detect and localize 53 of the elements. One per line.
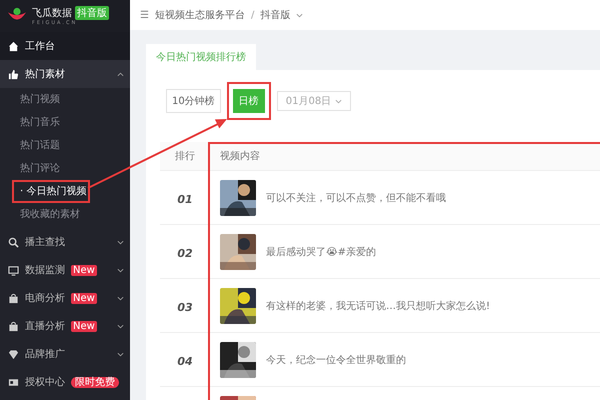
nav-item[interactable]: 热门素材 <box>0 60 130 88</box>
rank-number: 01 <box>177 193 193 206</box>
search-icon <box>8 236 19 248</box>
chevron-icon <box>117 240 124 244</box>
house-icon <box>8 40 19 52</box>
nav-item[interactable]: 播主查找 <box>0 228 130 256</box>
new-badge: New <box>71 264 97 276</box>
monitor-icon <box>8 264 19 276</box>
chevron-icon <box>117 352 124 356</box>
edition-badge: 抖音版 <box>75 6 109 20</box>
rank-number: 04 <box>177 355 193 368</box>
breadcrumb-item[interactable]: 抖音版 <box>260 8 290 22</box>
nav-item[interactable]: 授权中心 限时免费 <box>0 368 130 396</box>
nav-item[interactable]: 数据监测 New <box>0 256 130 284</box>
tab[interactable]: 今日热门视频排行榜 <box>146 44 256 70</box>
nav-subitem[interactable]: 热门音乐 <box>14 113 88 132</box>
nav-item[interactable]: 电商分析 New <box>0 284 130 312</box>
nav-subitem[interactable]: · 今日热门视频 <box>14 182 88 201</box>
bag-icon <box>8 292 19 304</box>
chevron-icon <box>117 72 124 76</box>
caret-icon <box>334 98 342 104</box>
nav-subitem[interactable]: 热门视频 <box>14 90 88 109</box>
chevron-icon <box>117 324 124 328</box>
bag-icon <box>8 320 19 332</box>
rank-number: 02 <box>177 247 193 260</box>
column-header: 视频内容 <box>219 150 261 163</box>
logo-name: 飞瓜数据 <box>32 6 72 20</box>
nav-subitem[interactable]: 热门评论 <box>14 159 88 178</box>
video-title[interactable]: 最后感动哭了😭#亲爱的 <box>266 244 376 258</box>
chevron-icon <box>117 268 124 272</box>
chevron-icon <box>117 296 124 300</box>
nav-subitem[interactable]: 我收藏的素材 <box>14 205 88 224</box>
nav-item[interactable]: 直播分析 New <box>0 312 130 340</box>
new-badge: New <box>71 292 97 304</box>
ranking-option[interactable]: 日榜 <box>232 89 265 113</box>
nav-subitem[interactable]: 热门话题 <box>14 136 88 155</box>
rank-number: 03 <box>177 301 193 314</box>
nav-item[interactable]: 工作台 <box>0 32 130 60</box>
card-icon <box>8 376 19 388</box>
diamond-icon <box>8 348 19 360</box>
ranking-option[interactable]: 10分钟榜 <box>166 89 221 113</box>
caret-icon <box>296 12 304 18</box>
video-title[interactable]: 今天，纪念一位令全世界敬重的 <box>266 352 406 366</box>
column-header: 排行 <box>174 150 196 163</box>
breadcrumb-separator: / <box>250 10 254 20</box>
breadcrumb-item[interactable]: 短视频生态服务平台 <box>154 8 245 22</box>
new-badge: 限时免费 <box>71 376 119 388</box>
nav-item[interactable]: 品牌推广 <box>0 340 130 368</box>
thumbs-up-icon <box>8 68 19 80</box>
video-title[interactable]: 有这样的老婆，我无话可说…我只想听大家怎么说! <box>266 298 490 312</box>
video-title[interactable]: 可以不关注，可以不点赞，但不能不看哦 <box>266 190 446 204</box>
menu-icon[interactable]: ☰ <box>140 10 149 20</box>
new-badge: New <box>71 320 97 332</box>
